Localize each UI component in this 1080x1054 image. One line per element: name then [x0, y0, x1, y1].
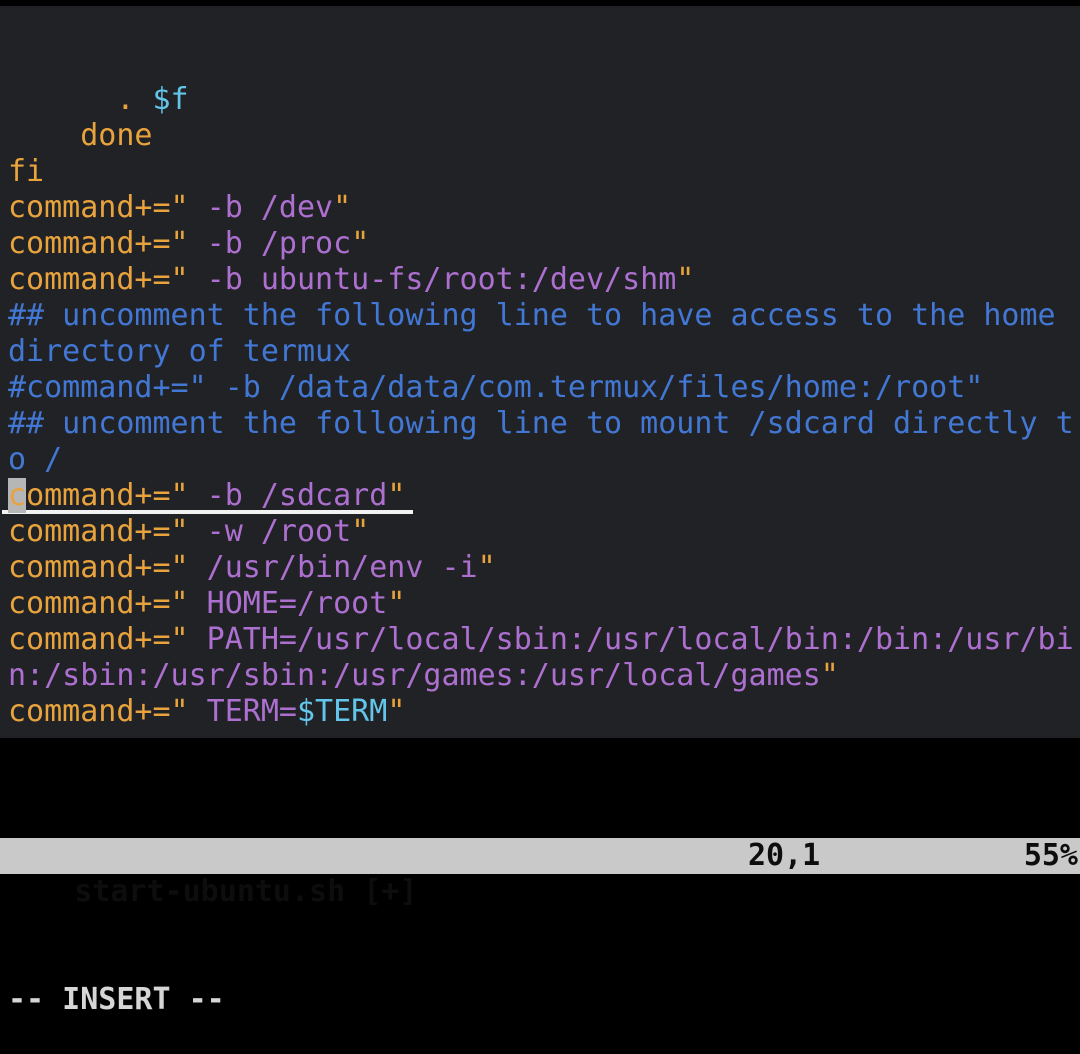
- editor-line[interactable]: command+=" -b /dev": [8, 190, 1080, 226]
- code-segment: ": [478, 550, 496, 585]
- mode-indicator: -- INSERT --: [8, 982, 1080, 1018]
- editor-line[interactable]: done: [8, 118, 1080, 154]
- code-segment: command+=": [8, 514, 189, 549]
- code-segment: ": [387, 694, 405, 729]
- code-segment: TERM=: [189, 694, 297, 729]
- line-content: command+=" /usr/bin/env -i": [8, 550, 496, 585]
- editor-line[interactable]: command+=" -b /proc": [8, 226, 1080, 262]
- editor-area[interactable]: . $f doneficommand+=" -b /dev"command+="…: [8, 82, 1080, 730]
- editor-line[interactable]: command+=" -w /root": [8, 514, 1080, 550]
- code-segment: command+=": [8, 694, 189, 729]
- line-content: #command+=" -b /data/data/com.termux/fil…: [8, 370, 983, 405]
- code-segment: ## uncomment the following line to have …: [8, 298, 1074, 333]
- code-segment: ": [676, 262, 694, 297]
- line-content: fi: [8, 154, 44, 189]
- editor-line[interactable]: command+=" -b ubuntu-fs/root:/dev/shm": [8, 262, 1080, 298]
- vim-statusbar: start-ubuntu.sh [+] 20,1 55%: [0, 838, 1080, 874]
- code-segment: .: [8, 82, 153, 117]
- code-segment: HOME=/root: [189, 586, 388, 621]
- code-segment: ": [333, 190, 351, 225]
- code-segment: ": [351, 514, 369, 549]
- line-content: ## uncomment the following line to mount…: [8, 406, 1074, 441]
- code-segment: command+=": [8, 550, 189, 585]
- editor-line[interactable]: directory of termux: [8, 334, 1080, 370]
- code-segment: -b /proc: [189, 226, 352, 261]
- code-segment: #command+=" -b /data/data/com.termux/fil…: [8, 370, 983, 405]
- line-content: o /: [8, 442, 62, 477]
- terminal-screen[interactable]: . $f doneficommand+=" -b /dev"command+="…: [0, 6, 1080, 738]
- code-segment: command+=": [8, 226, 189, 261]
- code-segment: -b ubuntu-fs/root:/dev/shm: [189, 262, 677, 297]
- code-segment: /usr/bin/env -i: [189, 550, 478, 585]
- code-segment: -b /sdcard: [189, 478, 388, 513]
- code-segment: done: [8, 118, 153, 153]
- line-content: command+=" HOME=/root": [8, 586, 405, 621]
- line-content: done: [8, 118, 153, 153]
- editor-line[interactable]: command+=" /usr/bin/env -i": [8, 550, 1080, 586]
- code-segment: o /: [8, 442, 62, 477]
- scroll-percentage: 55%: [1024, 838, 1078, 874]
- statusbar-filename: start-ubuntu.sh [+]: [74, 874, 417, 909]
- line-content: n:/sbin:/usr/sbin:/usr/games:/usr/local/…: [8, 658, 839, 693]
- code-segment: PATH=/usr/local/sbin:/usr/local/bin:/bin…: [189, 622, 1074, 657]
- code-segment: -b /dev: [189, 190, 334, 225]
- code-segment: -w /root: [189, 514, 352, 549]
- code-segment: ": [821, 658, 839, 693]
- line-content: command+=" -b /dev": [8, 190, 351, 225]
- editor-line[interactable]: o /: [8, 442, 1080, 478]
- code-segment: $f: [153, 82, 189, 117]
- code-segment: n:/sbin:/usr/sbin:/usr/games:/usr/local/…: [8, 658, 821, 693]
- code-segment: command+=": [8, 262, 189, 297]
- line-content: command+=" TERM=$TERM": [8, 694, 405, 729]
- editor-line[interactable]: . $f: [8, 82, 1080, 118]
- code-segment: command+=": [8, 586, 189, 621]
- editor-line[interactable]: command+=" HOME=/root": [8, 586, 1080, 622]
- code-segment: directory of termux: [8, 334, 351, 369]
- code-segment: ": [387, 586, 405, 621]
- editor-line[interactable]: command+=" -b /sdcard": [8, 478, 1080, 514]
- code-segment: fi: [8, 154, 44, 189]
- code-segment: ": [351, 226, 369, 261]
- line-content: command+=" -b ubuntu-fs/root:/dev/shm": [8, 262, 694, 297]
- editor-line[interactable]: #command+=" -b /data/data/com.termux/fil…: [8, 370, 1080, 406]
- code-segment: ommand+=": [26, 478, 189, 513]
- editor-line[interactable]: command+=" PATH=/usr/local/sbin:/usr/loc…: [8, 622, 1080, 658]
- editor-line[interactable]: ## uncomment the following line to mount…: [8, 406, 1080, 442]
- code-segment: $TERM: [297, 694, 387, 729]
- cursor-line: command+=" -b /sdcard": [2, 478, 413, 514]
- line-content: . $f: [8, 82, 189, 117]
- code-segment: command+=": [8, 190, 189, 225]
- cursor-position: 20,1: [748, 838, 820, 874]
- code-segment: ## uncomment the following line to mount…: [8, 406, 1074, 441]
- block-cursor: c: [8, 478, 26, 513]
- line-content: ## uncomment the following line to have …: [8, 298, 1074, 333]
- editor-line[interactable]: fi: [8, 154, 1080, 190]
- code-segment: command+=": [8, 622, 189, 657]
- editor-line[interactable]: ## uncomment the following line to have …: [8, 298, 1080, 334]
- line-content: command+=" PATH=/usr/local/sbin:/usr/loc…: [8, 622, 1074, 657]
- line-content: directory of termux: [8, 334, 351, 369]
- line-content: command+=" -b /proc": [8, 226, 369, 261]
- editor-line[interactable]: command+=" TERM=$TERM": [8, 694, 1080, 730]
- line-content: command+=" -w /root": [8, 514, 369, 549]
- code-segment: ": [387, 478, 405, 513]
- editor-line[interactable]: n:/sbin:/usr/sbin:/usr/games:/usr/local/…: [8, 658, 1080, 694]
